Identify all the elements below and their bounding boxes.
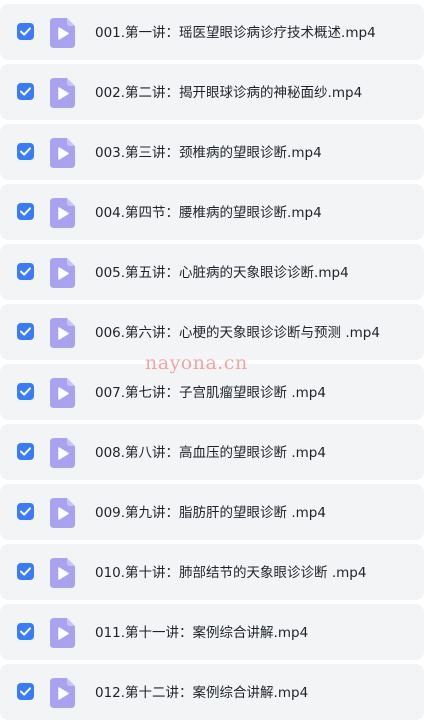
checkmark-icon [20,267,31,276]
watermark-text: nayona.cn [145,352,248,374]
file-checkbox[interactable] [17,443,34,460]
file-checkbox[interactable] [17,563,34,580]
file-checkbox[interactable] [17,323,34,340]
checkmark-icon [20,327,31,336]
file-row[interactable]: 010.第十讲：肺部结节的天象眼诊诊断 .mp4 [0,544,424,600]
file-checkbox[interactable] [17,623,34,640]
video-file-icon [50,378,75,408]
file-row[interactable]: 011.第十一讲：案例综合讲解.mp4 [0,604,424,660]
checkmark-icon [20,147,31,156]
video-file-icon [50,618,75,648]
video-file-icon [50,678,75,708]
checkmark-icon [20,507,31,516]
video-file-icon [50,438,75,468]
file-name[interactable]: 007.第七讲：子宫肌瘤望眼诊断 .mp4 [95,382,326,404]
file-row[interactable]: 009.第九讲：脂肪肝的望眼诊断 .mp4 [0,484,424,540]
video-file-icon [50,18,75,48]
file-name[interactable]: 008.第八讲：高血压的望眼诊断 .mp4 [95,442,326,464]
checkmark-icon [20,87,31,96]
checkmark-icon [20,387,31,396]
file-row[interactable]: 003.第三讲：颈椎病的望眼诊断.mp4 [0,124,424,180]
file-name[interactable]: 004.第四节：腰椎病的望眼诊断.mp4 [95,202,322,224]
video-file-icon [50,498,75,528]
file-name[interactable]: 006.第六讲：心梗的天象眼诊诊断与预测 .mp4 [95,322,380,344]
checkmark-icon [20,567,31,576]
checkmark-icon [20,27,31,36]
checkmark-icon [20,627,31,636]
video-file-icon [50,78,75,108]
file-name[interactable]: 010.第十讲：肺部结节的天象眼诊诊断 .mp4 [95,562,366,584]
file-checkbox[interactable] [17,143,34,160]
file-name[interactable]: 001.第一讲：瑶医望眼诊病诊疗技术概述.mp4 [95,22,376,44]
checkmark-icon [20,207,31,216]
file-row[interactable]: 002.第二讲：揭开眼球诊病的神秘面纱.mp4 [0,64,424,120]
video-file-icon [50,318,75,348]
file-checkbox[interactable] [17,203,34,220]
file-checkbox[interactable] [17,683,34,700]
video-file-icon [50,138,75,168]
file-name[interactable]: 012.第十二讲：案例综合讲解.mp4 [95,682,308,704]
video-file-icon [50,258,75,288]
file-row[interactable]: 008.第八讲：高血压的望眼诊断 .mp4 [0,424,424,480]
file-row[interactable]: 001.第一讲：瑶医望眼诊病诊疗技术概述.mp4 [0,4,424,60]
file-name[interactable]: 003.第三讲：颈椎病的望眼诊断.mp4 [95,142,322,164]
video-file-icon [50,558,75,588]
file-checkbox[interactable] [17,263,34,280]
checkmark-icon [20,447,31,456]
checkmark-icon [20,687,31,696]
file-checkbox[interactable] [17,383,34,400]
file-checkbox[interactable] [17,503,34,520]
file-row[interactable]: 004.第四节：腰椎病的望眼诊断.mp4 [0,184,424,240]
file-name[interactable]: 011.第十一讲：案例综合讲解.mp4 [95,622,308,644]
file-name[interactable]: 009.第九讲：脂肪肝的望眼诊断 .mp4 [95,502,326,524]
file-name[interactable]: 005.第五讲：心脏病的天象眼诊诊断.mp4 [95,262,349,284]
file-name[interactable]: 002.第二讲：揭开眼球诊病的神秘面纱.mp4 [95,82,362,104]
file-checkbox[interactable] [17,23,34,40]
file-row[interactable]: 012.第十二讲：案例综合讲解.mp4 [0,664,424,720]
file-checkbox[interactable] [17,83,34,100]
video-file-icon [50,198,75,228]
file-row[interactable]: 005.第五讲：心脏病的天象眼诊诊断.mp4 [0,244,424,300]
